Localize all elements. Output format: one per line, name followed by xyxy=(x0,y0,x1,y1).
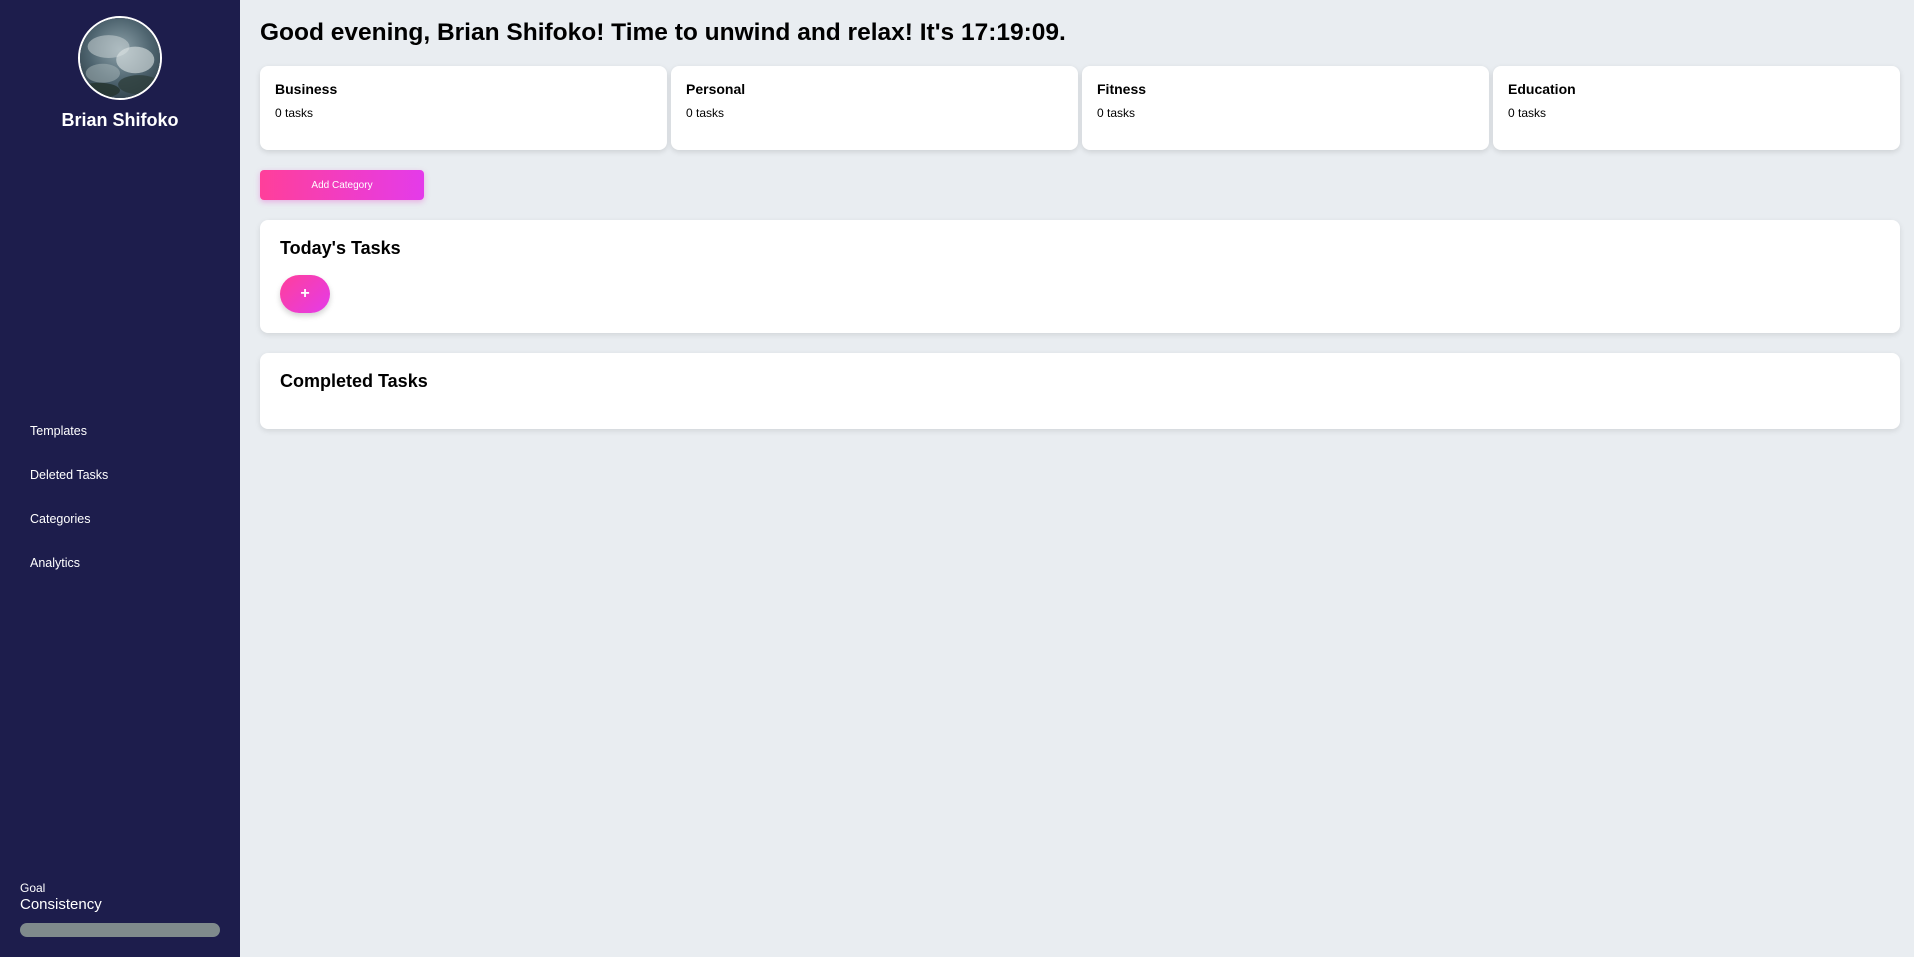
completed-tasks-title: Completed Tasks xyxy=(280,371,428,391)
category-card-personal[interactable]: Personal 0 tasks xyxy=(671,66,1078,150)
avatar[interactable] xyxy=(78,16,162,100)
cloudy-sky-avatar-icon xyxy=(80,18,160,98)
user-name: Brian Shifoko xyxy=(61,110,179,130)
sidebar-nav: Templates Deleted Tasks Categories Analy… xyxy=(0,420,240,596)
category-name: Fitness xyxy=(1097,81,1147,97)
sidebar-item-categories[interactable]: Categories xyxy=(0,508,240,552)
category-task-count: 0 tasks xyxy=(275,106,314,120)
sidebar-item-templates[interactable]: Templates xyxy=(0,420,240,464)
main-content: Good evening, Brian Shifoko! Time to unw… xyxy=(240,0,1914,957)
todays-tasks-panel: Today's Tasks + xyxy=(260,220,1900,333)
goal-progress-bar xyxy=(20,923,220,937)
category-name: Personal xyxy=(686,81,746,97)
goal-title: Consistency xyxy=(20,896,102,913)
category-task-count: 0 tasks xyxy=(1508,106,1547,120)
category-name: Education xyxy=(1508,81,1576,97)
sidebar-item-analytics[interactable]: Analytics xyxy=(0,552,240,596)
category-task-count: 0 tasks xyxy=(1097,106,1136,120)
category-card-education[interactable]: Education 0 tasks xyxy=(1493,66,1900,150)
app: Brian Shifoko Templates Deleted Tasks Ca… xyxy=(0,0,1914,957)
sidebar: Brian Shifoko Templates Deleted Tasks Ca… xyxy=(0,0,240,957)
todays-tasks-title: Today's Tasks xyxy=(280,238,401,258)
category-card-business[interactable]: Business 0 tasks xyxy=(260,66,667,150)
greeting-heading: Good evening, Brian Shifoko! Time to unw… xyxy=(260,19,1066,46)
category-task-count: 0 tasks xyxy=(686,106,725,120)
completed-tasks-panel: Completed Tasks xyxy=(260,353,1900,429)
category-name: Business xyxy=(275,81,338,97)
goal-label: Goal xyxy=(20,881,46,895)
add-category-button[interactable]: Add Category xyxy=(260,170,424,200)
sidebar-item-deleted-tasks[interactable]: Deleted Tasks xyxy=(0,464,240,508)
category-card-fitness[interactable]: Fitness 0 tasks xyxy=(1082,66,1489,150)
category-grid: Business 0 tasks Personal 0 tasks Fitnes… xyxy=(260,66,1900,150)
goal-widget: Goal Consistency xyxy=(20,881,220,937)
add-task-button[interactable]: + xyxy=(280,275,330,313)
